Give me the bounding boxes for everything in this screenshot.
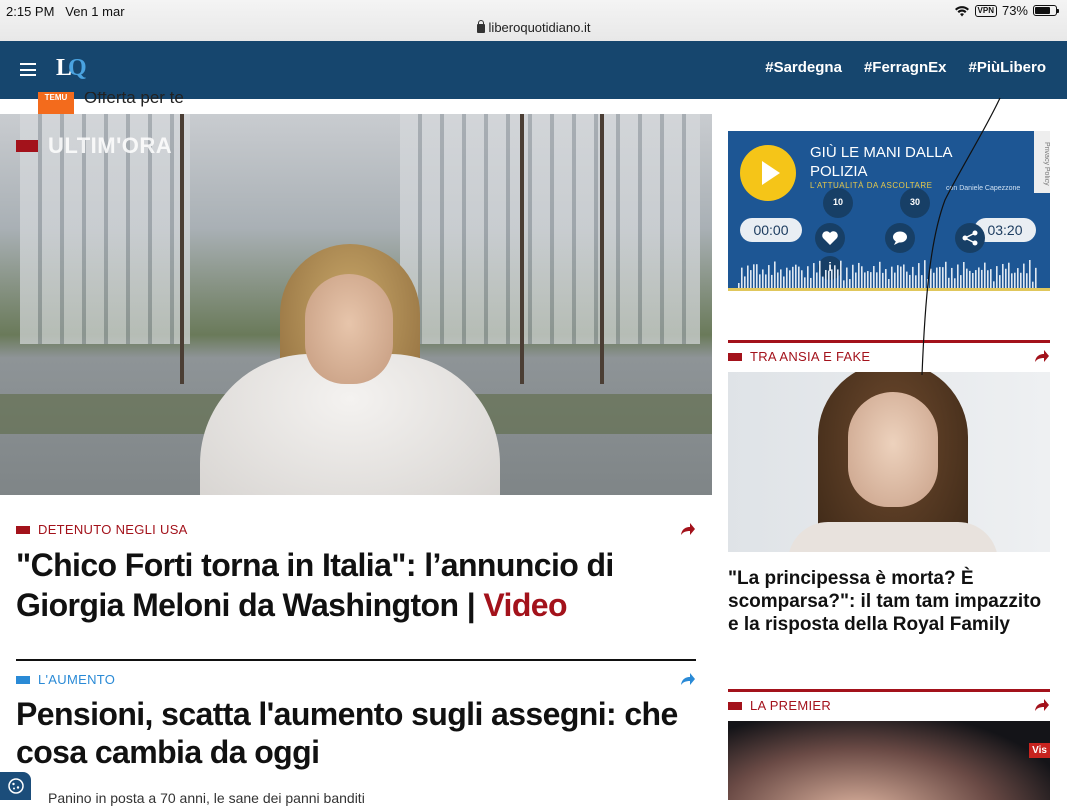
hashtag-nav: #Sardegna #FerragnEx #PiùLibero <box>765 59 1046 76</box>
skip-back-label: 10 <box>832 197 843 207</box>
section-tag[interactable]: TRA ANSIA E FAKE <box>728 349 1050 364</box>
share-icon[interactable] <box>680 522 696 536</box>
podcast-title: GIÙ LE MANI DALLA POLIZIA <box>810 144 952 180</box>
vpn-badge: VPN <box>974 4 997 17</box>
url-text: liberoquotidiano.it <box>488 20 591 35</box>
tag-marker <box>16 525 30 534</box>
battery-icon <box>1033 5 1059 16</box>
hashtag-link-ferragnex[interactable]: #FerragnEx <box>864 59 947 76</box>
skip-back-button[interactable]: 10 <box>823 188 853 218</box>
menu-icon[interactable] <box>20 63 36 76</box>
cookie-icon <box>7 778 24 794</box>
privacy-policy-link[interactable]: Privacy Policy <box>1034 131 1050 193</box>
lock-icon <box>476 20 485 33</box>
cookie-settings-button[interactable] <box>0 772 31 800</box>
tag-marker <box>728 352 742 361</box>
share-icon[interactable] <box>1034 349 1050 363</box>
hashtag-link-piulibero[interactable]: #PiùLibero <box>968 59 1046 76</box>
skip-forward-button[interactable]: 30 <box>900 188 930 218</box>
share-icon[interactable] <box>1034 698 1050 712</box>
breaking-news-badge: ULTIM'ORA <box>16 133 172 159</box>
podcast-player: GIÙ LE MANI DALLA POLIZIA L'ATTUALITÀ DA… <box>728 131 1050 291</box>
article-headline[interactable]: Pensioni, scatta l'aumento sugli assegni… <box>16 695 696 771</box>
tag-marker <box>728 701 742 710</box>
story-image[interactable] <box>728 372 1050 552</box>
status-time: 2:15 PM Ven 1 mar <box>6 4 125 19</box>
divider <box>16 659 696 661</box>
story-headline[interactable]: "La principessa è morta? È scomparsa?": … <box>728 567 1050 636</box>
article-pensioni[interactable]: L'AUMENTO Pensioni, scatta l'aumento sug… <box>16 672 696 771</box>
section-header: TRA ANSIA E FAKE <box>728 340 1050 364</box>
time-elapsed: 00:00 <box>740 218 802 242</box>
status-bar: 2:15 PM Ven 1 mar liberoquotidiano.it VP… <box>0 0 1067 41</box>
hero-video[interactable]: ULTIM'ORA <box>0 114 712 495</box>
teaser-text[interactable]: Panino in posta a 70 anni, le sane dei p… <box>48 790 365 806</box>
article-tag[interactable]: L'AUMENTO <box>16 672 696 687</box>
video-label: Video <box>483 587 567 623</box>
site-logo[interactable]: LQ <box>56 55 87 82</box>
ad-banner[interactable]: TEMU Offerta per te <box>38 92 184 114</box>
story-image[interactable]: Vis <box>728 721 1050 800</box>
section-header: LA PREMIER <box>728 689 1050 713</box>
section-tag[interactable]: LA PREMIER <box>728 698 1050 713</box>
ad-text: Offerta per te <box>84 92 184 107</box>
wifi-icon <box>954 5 969 16</box>
hero-person <box>200 244 500 495</box>
play-button[interactable] <box>740 145 796 201</box>
audio-waveform <box>738 260 1037 288</box>
article-tag[interactable]: DETENUTO NEGLI USA <box>16 522 696 537</box>
share-icon[interactable] <box>680 672 696 686</box>
hashtag-link-sardegna[interactable]: #Sardegna <box>765 59 842 76</box>
site-header: LQ #Sardegna #FerragnEx #PiùLibero <box>0 41 1067 99</box>
skip-forward-label: 30 <box>909 197 920 207</box>
watermark-badge: Vis <box>1029 743 1050 758</box>
status-date: Ven 1 mar <box>65 4 125 19</box>
battery-percent: 73% <box>1001 3 1028 18</box>
article-main[interactable]: DETENUTO NEGLI USA "Chico Forti torna in… <box>16 522 696 625</box>
article-headline[interactable]: "Chico Forti torna in Italia": l’annunci… <box>16 545 696 625</box>
address-bar[interactable]: liberoquotidiano.it <box>0 20 1067 35</box>
podcast-author: con Daniele Capezzone <box>946 185 1021 192</box>
temu-logo: TEMU <box>38 92 74 114</box>
tag-marker <box>16 675 30 684</box>
status-indicators: VPN 73% <box>954 3 1059 18</box>
